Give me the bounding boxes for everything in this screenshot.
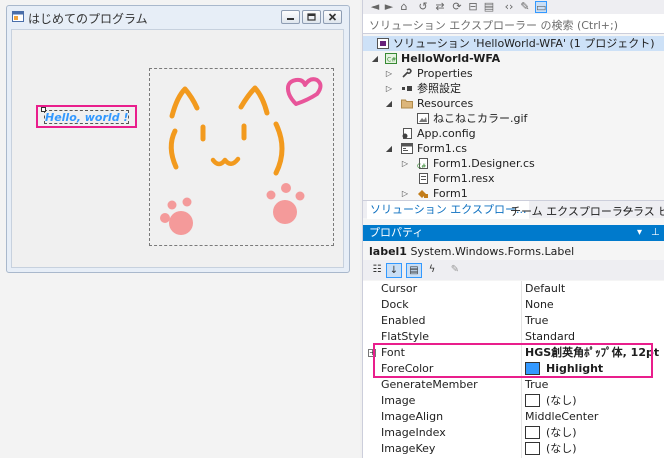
tab-team-explorer[interactable]: チーム エクスプローラー xyxy=(510,203,634,219)
folder-icon xyxy=(401,99,413,109)
sync-icon[interactable]: ⇄ xyxy=(434,1,446,13)
collapsed-triangle-icon[interactable]: ▷ xyxy=(401,156,409,171)
minimize-icon xyxy=(287,18,294,20)
expanded-triangle-icon[interactable]: ◢ xyxy=(385,96,393,111)
refresh-icon[interactable]: ⟳ xyxy=(451,1,463,13)
properties-header: プロパティ ▾ ⊥ xyxy=(363,225,664,241)
history-icon[interactable]: ↺ xyxy=(417,1,429,13)
prop-row-flatstyle[interactable]: FlatStyle Standard xyxy=(363,329,664,345)
maximize-icon xyxy=(307,13,316,21)
resx-file-icon xyxy=(419,173,428,184)
show-all-files-icon[interactable]: ▤ xyxy=(483,1,495,13)
events-lightning-icon[interactable]: ϟ xyxy=(424,263,440,278)
prop-row-cursor[interactable]: Cursor Default xyxy=(363,281,664,297)
svg-text:C#: C# xyxy=(387,57,396,64)
config-file-icon xyxy=(402,128,412,139)
prop-row-generatemember[interactable]: GenerateMember True xyxy=(363,377,664,393)
tree-item-properties[interactable]: ▷ Properties xyxy=(363,66,664,81)
solution-tree: ソリューション 'HelloWorld-WFA' (1 プロジェクト) ◢ C#… xyxy=(363,34,664,200)
maximize-button[interactable] xyxy=(302,10,321,24)
categorized-icon[interactable]: ☷ xyxy=(369,263,385,278)
form-titlebar[interactable]: はじめてのプログラム xyxy=(7,6,349,28)
image-swatch xyxy=(525,426,540,439)
csharp-file-icon: C# xyxy=(417,158,428,169)
form-title: はじめてのプログラム xyxy=(28,12,148,26)
form-client-area[interactable]: Hello, world ! xyxy=(11,29,344,268)
prop-row-imageindex[interactable]: ImageIndex (なし) xyxy=(363,425,664,441)
close-icon xyxy=(328,13,337,21)
pin-icon[interactable]: ⊥ xyxy=(651,225,660,241)
label-highlight-box: Hello, world ! xyxy=(36,105,137,128)
tab-class-view[interactable]: クラス ビュ xyxy=(622,203,664,219)
properties-object-selector[interactable]: label1 System.Windows.Forms.Label xyxy=(363,242,664,260)
image-swatch xyxy=(525,442,540,455)
properties-title: プロパティ xyxy=(369,226,424,239)
form-app-icon xyxy=(12,11,24,22)
svg-text:C#: C# xyxy=(417,163,426,169)
references-icon xyxy=(402,86,412,91)
tree-item-designer[interactable]: ▷ C# Form1.Designer.cs xyxy=(363,156,664,171)
collapse-all-icon[interactable]: ⊟ xyxy=(467,1,479,13)
collapsed-triangle-icon[interactable]: ▷ xyxy=(401,186,409,201)
object-type: System.Windows.Forms.Label xyxy=(410,245,575,258)
tree-item-resources[interactable]: ◢ Resources xyxy=(363,96,664,111)
tree-item-references[interactable]: ▷ 参照設定 xyxy=(363,81,664,96)
minimize-button[interactable] xyxy=(281,10,300,24)
explorer-tabs: ソリューション エクスプロー... チーム エクスプローラー クラス ビュ xyxy=(363,200,664,219)
properties-toolbar: ☷ ↓ ▤ ϟ ✎ xyxy=(363,260,664,280)
picture-box[interactable] xyxy=(149,68,334,246)
solution-icon xyxy=(377,38,389,49)
property-pages-icon[interactable]: ✎ xyxy=(447,263,463,278)
object-name: label1 xyxy=(369,245,407,258)
forward-icon[interactable]: ► xyxy=(383,1,395,13)
prop-row-forecolor[interactable]: ForeColor Highlight xyxy=(363,361,664,377)
property-grid: Cursor Default Dock None Enabled True Fl… xyxy=(363,281,664,458)
class-icon xyxy=(418,190,428,198)
properties-view-icon[interactable]: ▤ xyxy=(406,263,422,278)
selection-handle[interactable] xyxy=(41,107,46,112)
home-icon[interactable]: ⌂ xyxy=(398,1,410,13)
prop-row-imagealign[interactable]: ImageAlign MiddleCenter xyxy=(363,409,664,425)
color-swatch xyxy=(525,362,540,375)
solution-explorer-toolbar: ◄ ► ⌂ ↺ ⇄ ⟳ ⊟ ▤ ‹› ✎ ▭ xyxy=(363,0,664,14)
tree-item-project[interactable]: ◢ C# HelloWorld-WFA xyxy=(363,51,664,66)
image-swatch xyxy=(525,394,540,407)
wrench-icon xyxy=(402,68,412,78)
alphabetical-icon[interactable]: ↓ xyxy=(386,263,402,278)
csharp-project-icon: C# xyxy=(385,53,397,64)
close-button[interactable] xyxy=(323,10,342,24)
back-icon[interactable]: ◄ xyxy=(369,1,381,13)
tool-panels: ◄ ► ⌂ ↺ ⇄ ⟳ ⊟ ▤ ‹› ✎ ▭ ソリューション エクスプローラー … xyxy=(362,0,664,458)
collapsed-triangle-icon[interactable]: ▷ xyxy=(385,66,393,81)
hello-label[interactable]: Hello, world ! xyxy=(44,110,129,124)
form-window[interactable]: はじめてのプログラム Hello, world ! xyxy=(6,5,350,273)
form-icon xyxy=(401,143,413,154)
prop-row-image[interactable]: Image (なし) xyxy=(363,393,664,409)
collapsed-triangle-icon[interactable]: ▷ xyxy=(385,81,393,96)
tab-solution-explorer[interactable]: ソリューション エクスプロー... xyxy=(367,201,530,219)
preview-icon[interactable]: ▭ xyxy=(535,1,547,14)
tree-item-gif[interactable]: ねこねこカラー.gif xyxy=(363,111,664,126)
tree-item-form1-class[interactable]: ▷ Form1 xyxy=(363,186,664,201)
view-code-icon[interactable]: ‹› xyxy=(503,1,515,13)
prop-row-dock[interactable]: Dock None xyxy=(363,297,664,313)
cat-image xyxy=(160,77,323,235)
image-file-icon xyxy=(417,113,429,124)
expanded-triangle-icon[interactable]: ◢ xyxy=(371,51,379,66)
solution-search-input[interactable]: ソリューション エクスプローラー の検索 (Ctrl+;) xyxy=(363,14,664,34)
tree-item-appconfig[interactable]: App.config xyxy=(363,126,664,141)
tree-item-resx[interactable]: Form1.resx xyxy=(363,171,664,186)
expand-plus-icon[interactable]: + xyxy=(368,349,376,357)
expanded-triangle-icon[interactable]: ◢ xyxy=(385,141,393,156)
form-designer: はじめてのプログラム Hello, world ! xyxy=(0,0,360,458)
tree-item-solution[interactable]: ソリューション 'HelloWorld-WFA' (1 プロジェクト) xyxy=(363,36,664,51)
prop-row-font[interactable]: + Font HGS創英角ﾎﾟｯﾌﾟ体, 12pt xyxy=(363,345,664,361)
properties-wrench-icon[interactable]: ✎ xyxy=(519,1,531,13)
dropdown-icon[interactable]: ▾ xyxy=(637,225,642,241)
prop-row-imagekey[interactable]: ImageKey (なし) xyxy=(363,441,664,457)
tree-item-form1cs[interactable]: ◢ Form1.cs xyxy=(363,141,664,156)
prop-row-enabled[interactable]: Enabled True xyxy=(363,313,664,329)
